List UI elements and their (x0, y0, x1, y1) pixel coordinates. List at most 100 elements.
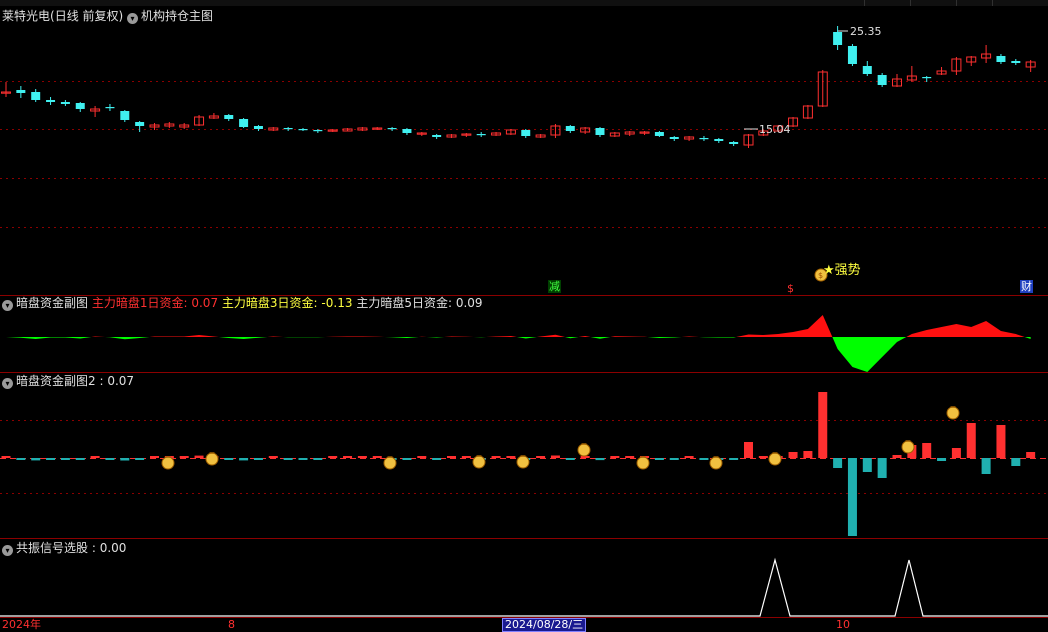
fund-bar (847, 458, 857, 536)
high-price-label: 25.35 (850, 25, 882, 38)
fund-bar (550, 455, 560, 458)
panel2-title[interactable]: 暗盘资金副图 (16, 296, 88, 310)
fund-bar (417, 456, 427, 458)
fund-bar (803, 451, 813, 458)
candle-body (120, 111, 130, 120)
main-indicator-name[interactable]: 机构持仓主图 (141, 9, 213, 23)
panel4-value: : 0.00 (91, 541, 127, 555)
finance-tag[interactable]: 财 (1020, 280, 1033, 293)
chevron-down-icon[interactable]: ▾ (2, 545, 13, 556)
fund-bar (536, 456, 546, 458)
fund-bar (150, 456, 159, 458)
fund-bar (16, 458, 26, 460)
fund-bar (877, 458, 887, 478)
candle-body (862, 66, 872, 74)
fund-1d-label: 主力暗盘1日资金: (91, 296, 188, 310)
candle-body (847, 46, 857, 64)
negative-fund-area (6, 337, 1031, 372)
candle-body (877, 75, 887, 85)
fund-bar (1011, 458, 1021, 466)
fund-bar (75, 458, 85, 460)
chevron-down-icon[interactable]: ▾ (127, 13, 139, 24)
fund-bar (833, 458, 843, 468)
cursor-date-label: 2024/08/28/三 (502, 618, 587, 632)
fund-bar (60, 458, 70, 460)
strong-signal-label: ★强势 (823, 262, 861, 278)
price-annotations: 25.35 15.04 (744, 25, 882, 136)
candle-body (402, 129, 412, 133)
fund-bar (729, 458, 739, 460)
low-price-label: 15.04 (759, 123, 791, 136)
axis-month-label: 8 (228, 618, 235, 631)
candle-body (135, 122, 145, 126)
fund-bar (120, 458, 130, 461)
fund-3d-label: 主力暗盘3日资金: (221, 296, 318, 310)
grid-lines (0, 81, 1048, 494)
fund-bar (357, 456, 367, 458)
fund-3d-value: -0.13 (321, 296, 353, 310)
candle-body (833, 32, 843, 45)
fund-bar (31, 458, 41, 461)
panel4-header: ▾ 共振信号选股 : 0.00 (2, 540, 126, 556)
fund-bar (862, 458, 872, 472)
chart-mode: (日线 前复权) (50, 9, 124, 23)
fund-bar (610, 456, 620, 458)
dark-pool-fund-area (6, 315, 1031, 372)
fund-bar (253, 458, 263, 460)
chevron-down-icon[interactable]: ▾ (2, 300, 13, 311)
fund-bar (669, 458, 679, 460)
fund-bar (328, 456, 338, 458)
dollar-tag[interactable]: $ (786, 282, 795, 295)
fund-bar (46, 458, 56, 460)
money-bag-icon (577, 443, 591, 457)
candle-body (699, 138, 709, 140)
candle-body (298, 129, 308, 131)
fund-bar (224, 458, 234, 460)
fund-bar (268, 456, 278, 458)
candle-body (996, 56, 1006, 62)
fund-1d-value: 0.07 (191, 296, 219, 310)
fund-bar (922, 443, 932, 458)
chart-canvas[interactable]: 25.35 15.04 $ ★强势 (0, 0, 1048, 631)
candle-body (224, 115, 234, 119)
money-bag-icon (472, 455, 486, 469)
money-bag-icon (636, 456, 650, 470)
candle-body (31, 92, 41, 100)
candle-body (75, 103, 85, 109)
fund-bar (313, 458, 323, 460)
axis-year-label: 2024年 (2, 618, 41, 631)
fund-bar (758, 456, 768, 458)
fund-bar (981, 458, 991, 474)
fund-bar (937, 458, 947, 461)
fund-bar (595, 458, 605, 461)
money-bag-icon (205, 452, 219, 466)
fund-bar (105, 458, 115, 460)
fund-bar (1026, 452, 1036, 458)
panel3-title[interactable]: 暗盘资金副图2 (16, 374, 96, 388)
panel3-value: : 0.07 (99, 374, 135, 388)
candle-body (729, 142, 739, 144)
money-bag-icon (901, 440, 915, 454)
candle-body (1011, 61, 1021, 63)
fund-bar (892, 455, 902, 458)
date-axis[interactable]: 2024年 8 2024/08/28/三 10 (0, 618, 1048, 632)
fund-bar (432, 458, 442, 460)
money-bag-icon (709, 456, 723, 470)
fund-bar (239, 458, 249, 461)
money-bag-icon (383, 456, 397, 470)
fund-bar (625, 456, 635, 458)
fund-bar (565, 458, 575, 460)
candle-body (283, 128, 293, 130)
candle-body (654, 132, 664, 136)
reduce-tag[interactable]: 减 (548, 280, 561, 293)
candle-body (46, 100, 56, 102)
fund-bar (1, 456, 11, 458)
candle-body (432, 135, 442, 137)
panel4-title[interactable]: 共振信号选股 (16, 541, 88, 555)
fund-bar (951, 448, 961, 458)
chevron-down-icon[interactable]: ▾ (2, 378, 13, 389)
fund-bar (966, 423, 976, 458)
fund-bar (744, 442, 753, 458)
fund-bar (402, 458, 412, 460)
candle-body (105, 107, 115, 109)
